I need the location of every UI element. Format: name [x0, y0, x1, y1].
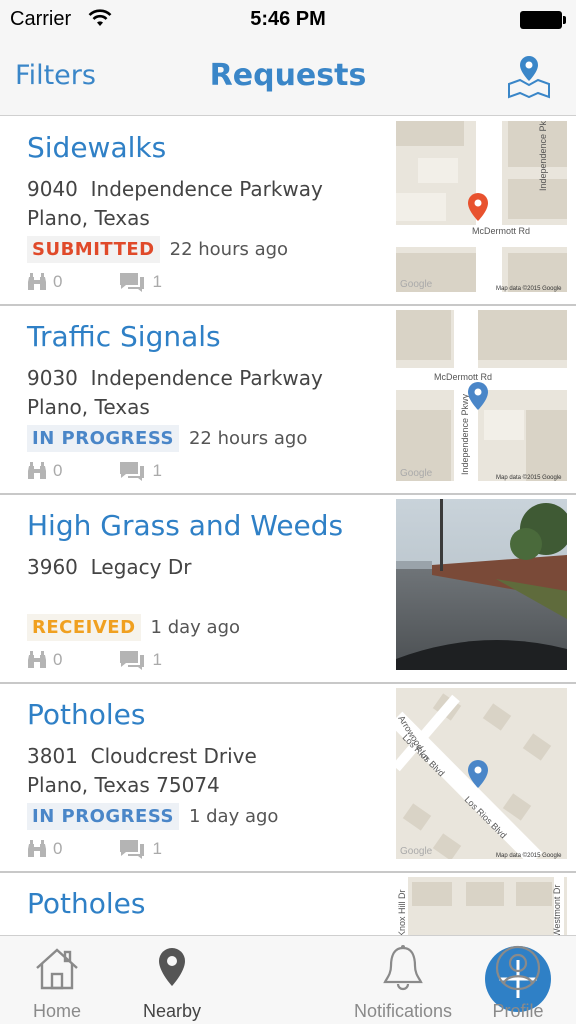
map-street-label: Westmont Dr — [552, 885, 562, 935]
status-badge: IN PROGRESS — [27, 424, 179, 452]
tab-label: Home — [32, 1001, 81, 1021]
request-list[interactable]: Sidewalks 9040 Independence Parkway Plan… — [0, 117, 576, 935]
comments-count: 1 — [152, 650, 162, 669]
home-icon — [36, 948, 78, 990]
comments-icon — [120, 273, 145, 292]
request-address-line2: Plano, Texas — [27, 206, 150, 230]
comments-icon — [120, 840, 145, 859]
time-ago: 22 hours ago — [169, 238, 289, 260]
tab-home[interactable]: Home — [0, 936, 114, 1024]
status-badge: SUBMITTED — [27, 235, 160, 263]
status-bar: Carrier 5:46 PM — [0, 0, 576, 40]
page-title: Requests — [209, 58, 367, 93]
comments-count: 1 — [152, 839, 162, 858]
google-logo: Google — [400, 468, 433, 479]
followers-count: 0 — [53, 839, 63, 858]
map-credit: Map data ©2015 Google — [496, 474, 562, 481]
comments-icon — [120, 462, 145, 481]
battery-icon — [520, 11, 566, 29]
time-ago: 1 day ago — [188, 805, 279, 827]
status-badge: IN PROGRESS — [27, 802, 179, 830]
location-pin-icon — [159, 948, 185, 986]
map-credit: Map data ©2015 Google — [496, 285, 562, 292]
request-title: Potholes — [27, 887, 146, 920]
tab-label: Notifications — [353, 1001, 453, 1021]
tab-profile[interactable]: Profile — [460, 936, 576, 1024]
map-street-label: Independence Pkwy — [460, 393, 470, 475]
followers-count: 0 — [53, 272, 63, 291]
request-row[interactable]: Sidewalks 9040 Independence Parkway Plan… — [0, 117, 576, 306]
comments-count: 1 — [152, 272, 162, 291]
followers-count: 0 — [53, 461, 63, 480]
time-ago: 1 day ago — [150, 616, 241, 638]
comments-count: 1 — [152, 461, 162, 480]
request-row[interactable]: Potholes 3801 Cloudcrest Drive Plano, Te… — [0, 684, 576, 873]
map-pin-icon[interactable] — [506, 54, 552, 100]
request-address-line2: Plano, Texas 75074 — [27, 773, 220, 797]
tab-label: Nearby — [142, 1001, 202, 1021]
request-row[interactable]: Potholes Knox Hill Dr Westmont Dr — [0, 873, 576, 935]
request-row[interactable]: High Grass and Weeds 3960 Legacy Dr RECE… — [0, 495, 576, 684]
followers-count: 0 — [53, 650, 63, 669]
request-address-line1: 9030 Independence Parkway — [27, 366, 323, 390]
map-thumbnail[interactable]: Independence Pkwy McDermott Rd Google Ma… — [396, 121, 567, 292]
binoculars-icon — [28, 273, 46, 290]
binoculars-icon — [28, 651, 46, 668]
tab-notifications[interactable]: Notifications — [346, 936, 460, 1024]
binoculars-icon — [28, 840, 46, 857]
tab-bar: Home Nearby Notifications Profile — [0, 935, 576, 1024]
bell-icon — [383, 945, 423, 991]
tab-nearby[interactable]: Nearby — [114, 936, 230, 1024]
photo-thumbnail[interactable] — [396, 499, 567, 670]
nav-bar: Filters Requests — [0, 40, 576, 116]
google-logo: Google — [400, 279, 433, 290]
map-street-label: McDermott Rd — [434, 372, 492, 382]
request-address-line2: Plano, Texas — [27, 395, 150, 419]
comments-icon — [120, 651, 145, 670]
map-street-label: Independence Pkwy — [538, 121, 548, 191]
clock: 5:46 PM — [250, 8, 326, 30]
filters-button[interactable]: Filters — [15, 60, 96, 91]
tab-new-request[interactable] — [230, 936, 551, 1024]
status-badge: RECEIVED — [27, 613, 141, 641]
request-address-line1: 3960 Legacy Dr — [27, 555, 192, 579]
google-logo: Google — [400, 846, 433, 857]
request-address-line1: 9040 Independence Parkway — [27, 177, 323, 201]
time-ago: 22 hours ago — [188, 427, 308, 449]
map-thumbnail[interactable]: Arrowood Ln Los Rios Blvd Los Rios Blvd … — [396, 688, 567, 859]
map-credit: Map data ©2015 Google — [496, 852, 562, 859]
request-title: Traffic Signals — [27, 320, 221, 353]
map-street-label: Knox Hill Dr — [397, 889, 407, 935]
request-title: Sidewalks — [27, 131, 167, 164]
request-title: Potholes — [27, 698, 146, 731]
map-street-label: McDermott Rd — [472, 226, 530, 236]
tab-label: Profile — [492, 1001, 544, 1021]
request-title: High Grass and Weeds — [27, 509, 344, 542]
user-icon — [495, 945, 541, 991]
request-address-line1: 3801 Cloudcrest Drive — [27, 744, 257, 768]
map-thumbnail[interactable]: McDermott Rd Independence Pkwy Google Ma… — [396, 310, 567, 481]
binoculars-icon — [28, 462, 46, 479]
request-row[interactable]: Traffic Signals 9030 Independence Parkwa… — [0, 306, 576, 495]
map-thumbnail[interactable]: Knox Hill Dr Westmont Dr — [396, 877, 567, 935]
